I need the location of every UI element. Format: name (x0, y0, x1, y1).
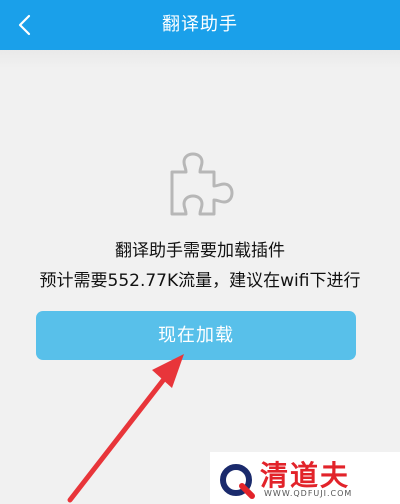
watermark-url: WWW.QDFUJI.COM (264, 489, 353, 498)
watermark-brand: 清道夫 (260, 459, 351, 492)
watermark-logo (220, 464, 255, 499)
header-shadow (0, 50, 400, 68)
plugin-required-text: 翻译助手需要加载插件 (115, 241, 285, 261)
data-usage-hint-text: 预计需要552.77K流量，建议在wifi下进行 (39, 271, 361, 291)
watermark: 清道夫 WWW.QDFUJI.COM (210, 452, 400, 504)
arrow-icon (67, 354, 184, 503)
page-title: 翻译助手 (162, 14, 238, 35)
app-header: 翻译助手 (0, 0, 400, 50)
puzzle-piece-icon (170, 152, 234, 216)
